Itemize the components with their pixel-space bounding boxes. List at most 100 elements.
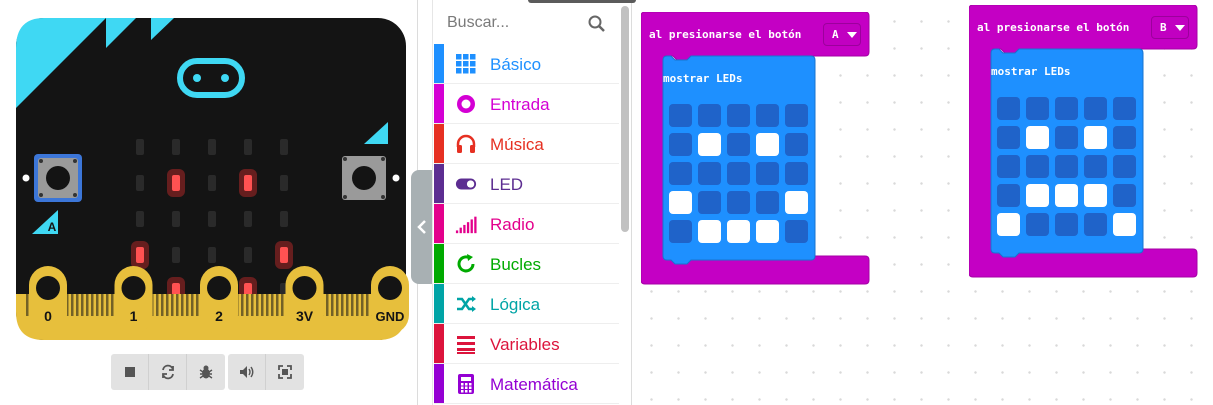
category-radio[interactable]: Radio <box>434 204 619 244</box>
led-cell-on[interactable] <box>727 220 750 243</box>
category-variables[interactable]: Variables <box>434 324 619 364</box>
debug-icon <box>199 365 213 379</box>
edge-finger <box>161 294 164 316</box>
led-cell-off[interactable] <box>669 220 692 243</box>
sound-button[interactable] <box>228 354 266 390</box>
led-cell-off[interactable] <box>1113 155 1136 178</box>
led-cell-off[interactable] <box>785 162 808 185</box>
restart-button[interactable] <box>149 354 187 390</box>
led-cell-off[interactable] <box>997 155 1020 178</box>
edge-finger <box>91 294 94 316</box>
pin-hole <box>378 276 402 300</box>
led-cell-off[interactable] <box>997 126 1020 149</box>
category-label: Bucles <box>490 255 542 274</box>
collapse-simulator-button[interactable] <box>411 170 433 284</box>
led-cell-off[interactable] <box>669 162 692 185</box>
makecode-editor: A B 0 1 2 3V GND Buscar... Básico Entrad… <box>0 0 1213 405</box>
microbit-board: A B 0 1 2 3V GND <box>16 18 409 340</box>
on-button-pressed-block[interactable]: al presionarse el botón A mostrar LEDs <box>641 12 871 288</box>
led-cell-off[interactable] <box>1055 155 1078 178</box>
pin-hole <box>292 276 317 300</box>
led-cell-on[interactable] <box>1084 184 1107 207</box>
search-input[interactable] <box>447 10 587 36</box>
led-on <box>280 247 288 263</box>
category-basico[interactable]: Básico <box>434 44 619 84</box>
led-cell-on[interactable] <box>785 191 808 214</box>
led-cell-off[interactable] <box>1113 97 1136 120</box>
fullscreen-button[interactable] <box>266 354 304 390</box>
button-dropdown[interactable]: A <box>823 23 861 46</box>
button-a[interactable] <box>34 154 82 202</box>
category-label: Variables <box>490 335 560 354</box>
led-cell-off[interactable] <box>1055 97 1078 120</box>
led-cell-off[interactable] <box>1084 97 1107 120</box>
led-cell-on[interactable] <box>1026 184 1049 207</box>
category-entrada[interactable]: Entrada <box>434 84 619 124</box>
led-cell-off[interactable] <box>785 220 808 243</box>
led-cell-on[interactable] <box>1026 126 1049 149</box>
led-cell-off[interactable] <box>997 184 1020 207</box>
button-dropdown[interactable]: B <box>1151 16 1189 39</box>
led-off <box>208 247 216 263</box>
event-label: al presionarse el botón <box>977 21 1130 34</box>
led-cell-off[interactable] <box>1026 155 1049 178</box>
led-cell-off[interactable] <box>1113 184 1136 207</box>
debug-button[interactable] <box>187 354 225 390</box>
category-logica[interactable]: Lógica <box>434 284 619 324</box>
led-cell-off[interactable] <box>1026 213 1049 236</box>
led-cell-off[interactable] <box>997 97 1020 120</box>
led-cell-off[interactable] <box>669 133 692 156</box>
category-label: Lógica <box>490 295 541 314</box>
edge-finger <box>266 294 269 316</box>
led-cell-off[interactable] <box>727 133 750 156</box>
led-cell-on[interactable] <box>1055 184 1078 207</box>
led-cell-on[interactable] <box>1084 126 1107 149</box>
fullscreen-icon <box>278 365 292 379</box>
edge-finger <box>76 294 79 316</box>
led-cell-off[interactable] <box>727 162 750 185</box>
edge-finger <box>186 294 189 316</box>
pin-hole <box>121 276 146 300</box>
led-cell-off[interactable] <box>756 104 779 127</box>
led-cell-on[interactable] <box>698 133 721 156</box>
led-cell-off[interactable] <box>669 104 692 127</box>
category-matematica[interactable]: Matemática <box>434 364 619 404</box>
led-cell-on[interactable] <box>1113 213 1136 236</box>
category-bucles[interactable]: Bucles <box>434 244 619 284</box>
led-cell-off[interactable] <box>727 191 750 214</box>
toolbox-scrollbar[interactable] <box>621 6 629 232</box>
led-cell-off[interactable] <box>785 133 808 156</box>
led-cell-off[interactable] <box>1084 213 1107 236</box>
led-cell-off[interactable] <box>698 162 721 185</box>
led-cell-off[interactable] <box>1055 213 1078 236</box>
search-icon[interactable] <box>588 15 606 33</box>
led-cell-off[interactable] <box>698 104 721 127</box>
category-musica[interactable]: Música <box>434 124 619 164</box>
button-b[interactable] <box>342 156 386 200</box>
simulator-toolbar <box>111 354 304 390</box>
led-cell-off[interactable] <box>756 162 779 185</box>
led-cell-off[interactable] <box>698 191 721 214</box>
edge-finger <box>191 294 194 316</box>
led-cell-off[interactable] <box>1055 126 1078 149</box>
stop-button[interactable] <box>111 354 149 390</box>
caret-down-icon <box>846 31 857 38</box>
category-label: Entrada <box>490 95 550 114</box>
led-cell-off[interactable] <box>727 104 750 127</box>
led-cell-on[interactable] <box>698 220 721 243</box>
led-cell-on[interactable] <box>997 213 1020 236</box>
led-cell-off[interactable] <box>1113 126 1136 149</box>
category-led[interactable]: LED <box>434 164 619 204</box>
category-color-bar <box>434 124 444 163</box>
led-cell-off[interactable] <box>1084 155 1107 178</box>
led-cell-off[interactable] <box>785 104 808 127</box>
led-cell-on[interactable] <box>669 191 692 214</box>
on-button-pressed-block[interactable]: al presionarse el botón B mostrar LEDs <box>969 5 1199 281</box>
led-cell-off[interactable] <box>1026 97 1049 120</box>
led-cell-off[interactable] <box>756 191 779 214</box>
edge-finger <box>276 294 279 316</box>
category-color-bar <box>434 284 444 323</box>
blocks-workspace[interactable]: al presionarse el botón A mostrar LEDs a… <box>633 0 1213 405</box>
led-cell-on[interactable] <box>756 220 779 243</box>
led-cell-on[interactable] <box>756 133 779 156</box>
